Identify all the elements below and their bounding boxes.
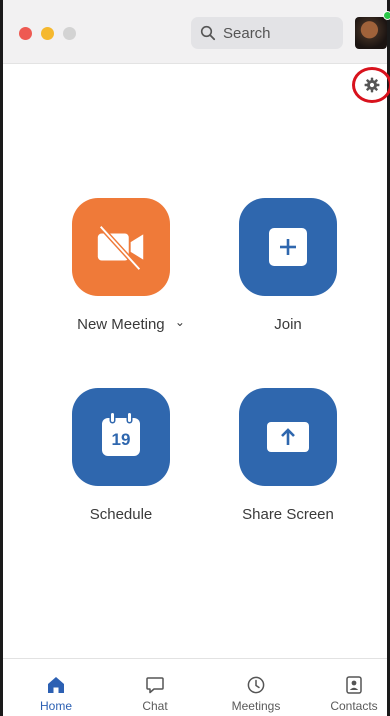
plus-icon [269,228,307,266]
maximize-window-button[interactable] [63,27,76,40]
online-status-indicator [383,11,390,20]
settings-button[interactable] [352,67,390,103]
calendar-icon: 19 [102,413,140,456]
tab-home-label: Home [39,699,72,713]
chat-icon [146,677,164,694]
tab-meetings-label: Meetings [231,699,281,713]
calendar-day: 19 [111,429,131,449]
calendar-ring-left [111,413,114,422]
new-meeting-button[interactable] [72,198,170,296]
zoom-window: Search New Meeting ⌄ Join 19 Schedule Sh… [0,0,390,716]
search-placeholder: Search [223,24,271,42]
tab-contacts-label: Contacts [330,699,378,713]
share-screen-button[interactable] [239,388,337,486]
close-window-button[interactable] [19,27,32,40]
calendar-ring-right [128,413,131,422]
tab-contacts[interactable]: Contacts [306,659,390,716]
share-screen-icon [267,422,309,452]
schedule-label: Schedule [89,506,153,523]
join-button[interactable] [239,198,337,296]
search-icon [200,25,216,41]
minimize-window-button[interactable] [41,27,54,40]
tab-home[interactable]: Home [8,659,104,716]
search-field[interactable]: Search [191,17,343,49]
home-icon [48,677,64,693]
tab-chat-label: Chat [142,699,168,713]
video-off-icon [97,225,144,271]
schedule-button[interactable]: 19 [72,388,170,486]
share-screen-label: Share Screen [242,506,334,523]
contacts-icon [346,676,362,694]
bottom-tab-bar: Home Chat Meetings Contacts [3,658,387,716]
avatar[interactable] [355,17,387,49]
clock-icon [247,676,265,694]
title-bar: Search [3,0,390,64]
tab-chat[interactable]: Chat [107,659,203,716]
join-label: Join [274,316,302,333]
highlight-circle [352,67,390,103]
chevron-down-icon[interactable]: ⌄ [175,315,185,329]
new-meeting-label[interactable]: New Meeting ⌄ [71,315,191,333]
tab-meetings[interactable]: Meetings [208,659,304,716]
